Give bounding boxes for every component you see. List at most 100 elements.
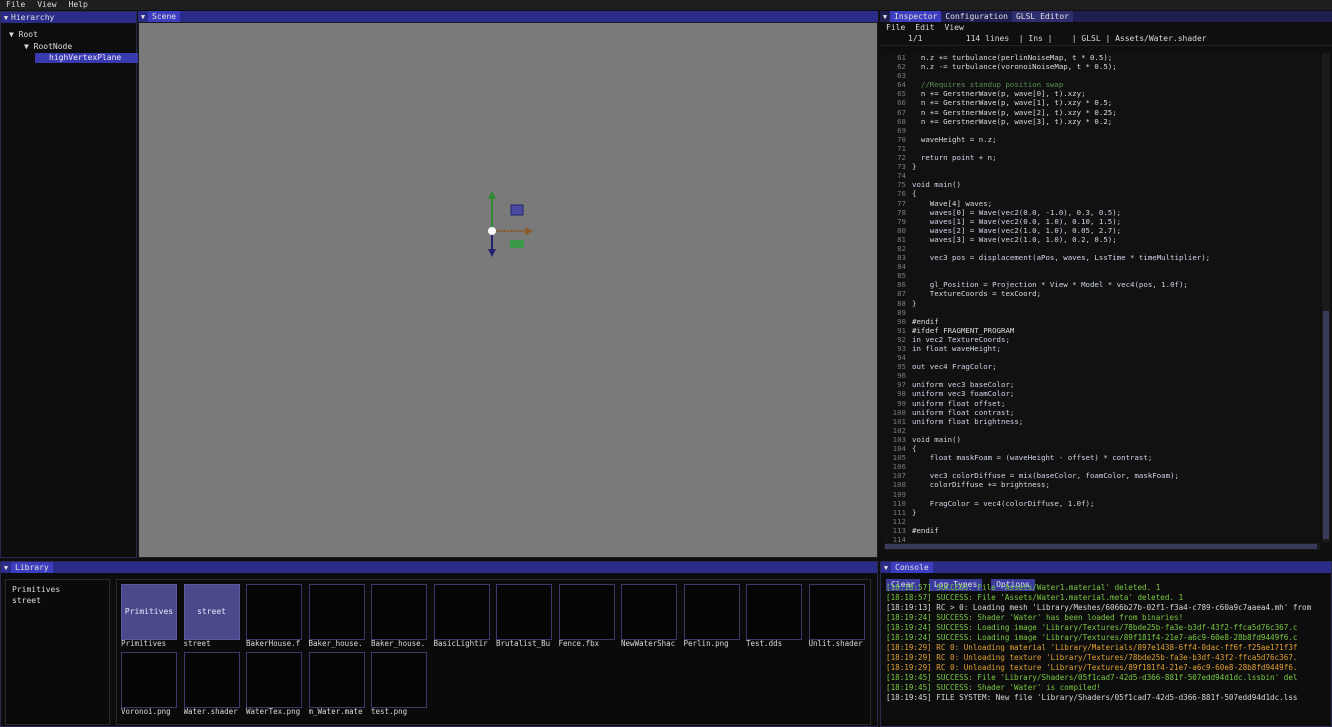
code-line[interactable]: 114 [882,535,1320,542]
code-line[interactable]: 102 [882,426,1320,435]
code-line[interactable]: 62 n.z -= turbulance(voronoiNoiseMap, t … [882,62,1320,71]
code-line[interactable]: 65 n += GerstnerWave(p, wave[0], t).xzy; [882,89,1320,98]
scrollbar-thumb[interactable] [1323,311,1329,539]
folder-item-primitives[interactable]: Primitives [6,580,109,595]
asset-thumbnail[interactable] [246,652,302,708]
asset-thumbnail[interactable] [246,584,302,640]
code-line[interactable]: 70 waveHeight = n.z; [882,135,1320,144]
code-line[interactable]: 106 [882,462,1320,471]
gizmo-center[interactable] [488,227,496,235]
code-line[interactable]: 89 [882,308,1320,317]
code-line[interactable]: 67 n += GerstnerWave(p, wave[2], t).xzy … [882,108,1320,117]
collapse-icon[interactable]: ▼ [881,564,891,572]
code-line[interactable]: 71 [882,144,1320,153]
code-line[interactable]: 81 waves[3] = Wave(vec2(1.0, 1.0), 0.2, … [882,235,1320,244]
code-line[interactable]: 82 [882,244,1320,253]
code-line[interactable]: 78 waves[0] = Wave(vec2(0.0, -1.0), 0.3,… [882,208,1320,217]
code-line[interactable]: 101 uniform float brightness; [882,417,1320,426]
code-line[interactable]: 83 vec3 pos = displacement(aPos, waves, … [882,253,1320,262]
code-line[interactable]: 77 Wave[4] waves; [882,199,1320,208]
code-line[interactable]: 75 void main() [882,180,1320,189]
asset-thumbnail[interactable] [433,584,490,640]
code-line[interactable]: 109 [882,490,1320,499]
tab-glsl-editor[interactable]: GLSL Editor [1011,11,1073,22]
folder-item-street[interactable]: street [6,595,109,606]
asset-thumbnail[interactable]: Primitives [121,584,177,640]
code-line[interactable]: 103 void main() [882,435,1320,444]
code-line[interactable]: 105 float maskFoam = (waveHeight - offse… [882,453,1320,462]
collapse-icon[interactable]: ▼ [1,564,11,572]
code-line[interactable]: 104 { [882,444,1320,453]
transform-gizmo[interactable] [139,23,877,557]
collapse-icon[interactable]: ▼ [1,14,11,22]
code-line[interactable]: 108 colorDiffuse += brightness; [882,480,1320,489]
code-line[interactable]: 69 [882,126,1320,135]
menu-file[interactable]: File [0,0,31,10]
console-log[interactable]: [18:18:57] SUCCESS: File 'Assets/Water1.… [886,583,1331,721]
asset-thumbnail[interactable] [621,584,677,640]
editor-menu-file[interactable]: File [886,22,905,33]
gizmo-x-arrow[interactable] [525,227,533,235]
asset-thumbnail[interactable]: street [183,584,240,640]
asset-thumbnail[interactable] [371,652,427,708]
code-line[interactable]: 74 [882,171,1320,180]
code-line[interactable]: 72 return point + n; [882,153,1320,162]
gizmo-plane-handle[interactable] [510,204,524,216]
asset-thumbnail[interactable] [308,652,365,708]
code-line[interactable]: 64 //Requires standup position swap [882,80,1320,89]
code-line[interactable]: 97 uniform vec3 baseColor; [882,380,1320,389]
tab-configuration[interactable]: Configuration [941,11,1012,22]
editor-menu-view[interactable]: View [945,22,964,33]
code-line[interactable]: 99 uniform float offset; [882,399,1320,408]
code-line[interactable]: 111} [882,508,1320,517]
asset-thumbnail[interactable] [496,584,552,640]
asset-thumbnail[interactable] [121,652,177,708]
scrollbar-thumb[interactable] [885,544,1317,549]
menu-view[interactable]: View [31,0,62,10]
asset-thumbnail[interactable] [183,652,240,708]
code-editor[interactable]: 61 n.z += turbulance(perlinNoiseMap, t *… [882,53,1320,542]
code-line[interactable]: 87 TextureCoords = texCoord; [882,289,1320,298]
asset-thumbnail[interactable] [683,584,740,640]
scene-viewport[interactable] [139,23,877,557]
code-line[interactable]: 93 in float waveHeight; [882,344,1320,353]
code-line[interactable]: 86 gl_Position = Projection * View * Mod… [882,280,1320,289]
gizmo-z-arrow[interactable] [488,249,496,257]
asset-thumbnail[interactable] [808,584,865,640]
code-line[interactable]: 113 #endif [882,526,1320,535]
code-line[interactable]: 84 [882,262,1320,271]
code-line[interactable]: 110 FragColor = vec4(colorDiffuse, 1.0f)… [882,499,1320,508]
asset-thumbnail[interactable] [371,584,427,640]
code-line[interactable]: 100 uniform float contrast; [882,408,1320,417]
code-line[interactable]: 61 n.z += turbulance(perlinNoiseMap, t *… [882,53,1320,62]
menu-help[interactable]: Help [63,0,94,10]
editor-vertical-scrollbar[interactable] [1322,53,1330,542]
code-line[interactable]: 95 out vec4 FragColor; [882,362,1320,371]
code-line[interactable]: 76 { [882,189,1320,198]
code-line[interactable]: 91 #ifdef FRAGMENT_PROGRAM [882,326,1320,335]
code-line[interactable]: 88} [882,299,1320,308]
code-line[interactable]: 68 n += GerstnerWave(p, wave[3], t).xzy … [882,117,1320,126]
code-line[interactable]: 66 n += GerstnerWave(p, wave[1], t).xzy … [882,98,1320,107]
code-line[interactable]: 85 [882,271,1320,280]
collapse-icon[interactable]: ▼ [880,13,890,21]
code-line[interactable]: 79 waves[1] = Wave(vec2(0.0, 1.0), 0.10,… [882,217,1320,226]
code-line[interactable]: 98 uniform vec3 foamColor; [882,389,1320,398]
code-line[interactable]: 92 in vec2 TextureCoords; [882,335,1320,344]
editor-horizontal-scrollbar[interactable] [884,543,1320,550]
asset-thumbnail[interactable] [746,584,802,640]
code-line[interactable]: 63 [882,71,1320,80]
code-line[interactable]: 73} [882,162,1320,171]
code-line[interactable]: 90 #endif [882,317,1320,326]
collapse-icon[interactable]: ▼ [138,13,148,21]
editor-menu-edit[interactable]: Edit [915,22,934,33]
code-line[interactable]: 112 [882,517,1320,526]
tree-item-highvertexplane[interactable]: highVertexPlane [35,53,146,63]
code-line[interactable]: 80 waves[2] = Wave(vec2(1.0, 1.0), 0.05,… [882,226,1320,235]
tree-item-root[interactable]: ▼ Root [9,30,38,40]
gizmo-y-arrow[interactable] [488,191,496,199]
code-line[interactable]: 94 [882,353,1320,362]
tree-item-rootnode[interactable]: ▼ RootNode [24,42,72,52]
code-line[interactable]: 107 vec3 colorDiffuse = mix(baseColor, f… [882,471,1320,480]
asset-thumbnail[interactable] [308,584,365,640]
